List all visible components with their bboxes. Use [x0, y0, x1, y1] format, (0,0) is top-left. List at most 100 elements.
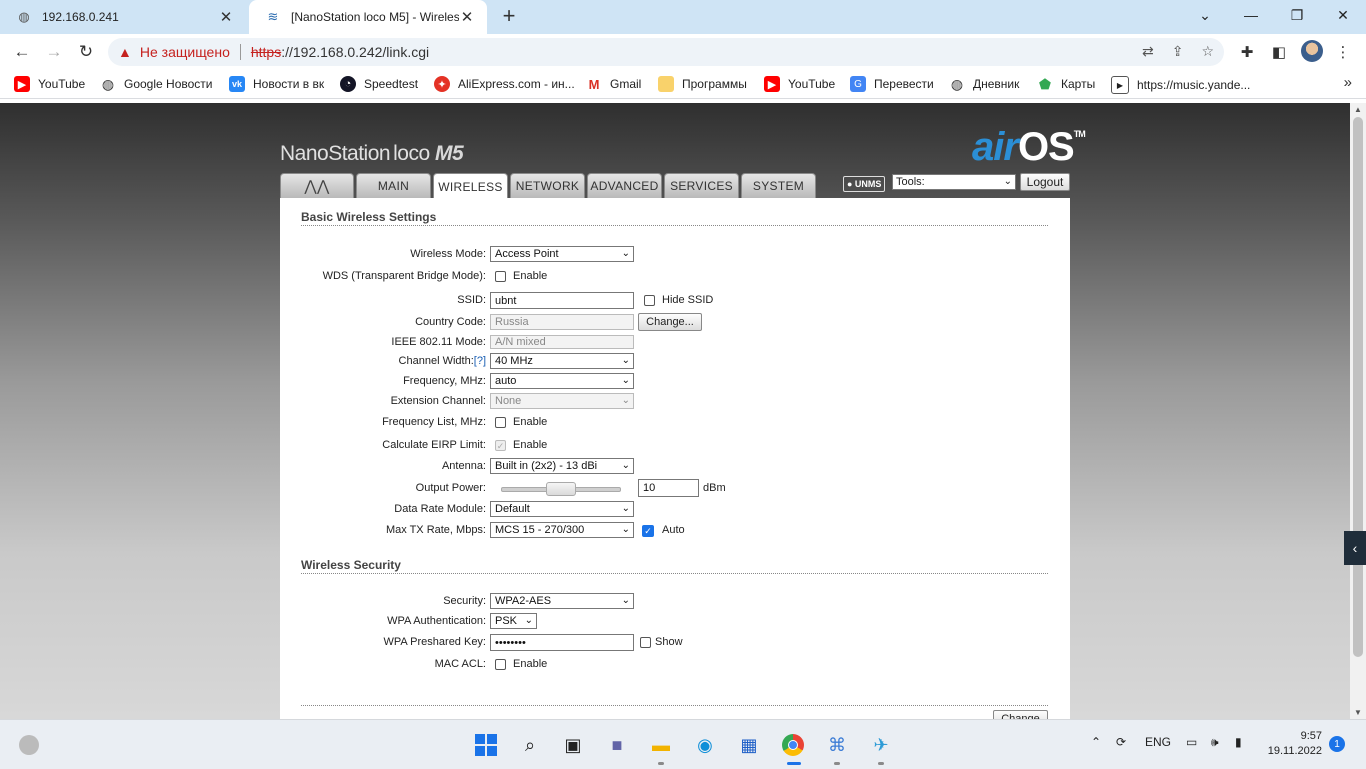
minimize-button[interactable]: —	[1228, 0, 1274, 30]
output-power-input[interactable]: 10	[638, 479, 699, 497]
bookmark-gmail[interactable]: M Gmail	[586, 76, 642, 92]
search-icon[interactable]: ⌕	[517, 732, 543, 758]
change-button[interactable]: Change	[993, 710, 1048, 719]
new-tab-button[interactable]: +	[498, 5, 520, 27]
file-explorer-icon[interactable]: ▬	[648, 732, 674, 758]
chat-icon[interactable]: ■	[604, 732, 630, 758]
antenna-select[interactable]: Built in (2x2) - 13 dBi ⌄	[490, 458, 634, 474]
tab-main[interactable]: MAIN	[356, 173, 431, 198]
profile-avatar[interactable]	[1301, 40, 1323, 62]
device-nav-tabs: ⋀⋀ MAIN WIRELESS NETWORK ADVANCED SERVIC…	[280, 173, 816, 199]
frequency-select[interactable]: auto ⌄	[490, 373, 634, 389]
bookmark-vk-news[interactable]: vk Новости в вк	[229, 76, 324, 92]
language-indicator[interactable]: ENG	[1145, 735, 1171, 749]
forward-arrow-icon[interactable]: →	[42, 40, 66, 64]
tab-search-chevron-icon[interactable]: ⌄	[1182, 0, 1228, 30]
tools-select[interactable]: Tools: ⌄	[892, 174, 1016, 190]
page-scrollbar[interactable]: ▲ ▼	[1350, 103, 1366, 719]
tab-system[interactable]: SYSTEM	[741, 173, 816, 198]
sync-icon[interactable]: ⟳	[1116, 735, 1126, 749]
bookmark-aliexpress[interactable]: ✦ AliExpress.com - ин...	[434, 76, 575, 92]
reload-icon[interactable]: ↻	[74, 40, 98, 64]
row-ieee-mode: IEEE 802.11 Mode: A/N mixed	[280, 335, 1070, 353]
scrollbar-thumb[interactable]	[1353, 117, 1363, 657]
bookmark-translate[interactable]: G Перевести	[850, 76, 934, 92]
app-icon[interactable]: ✈	[868, 732, 894, 758]
row-psk: WPA Preshared Key: •••••••• Show	[280, 634, 1070, 652]
tab-services[interactable]: SERVICES	[664, 173, 739, 198]
browser-tab-1[interactable]: ◍ 192.168.0.241 ✕	[0, 0, 246, 34]
max-tx-select[interactable]: MCS 15 - 270/300 ⌄	[490, 522, 634, 538]
volume-icon[interactable]: 🕪	[1211, 735, 1219, 750]
data-rate-select[interactable]: Default ⌄	[490, 501, 634, 517]
chevron-up-icon[interactable]: ⌃	[1091, 735, 1101, 749]
bookmark-maps[interactable]: ⬟ Карты	[1037, 76, 1095, 92]
chevron-down-icon: ⌄	[621, 503, 630, 514]
not-secure-label[interactable]: Не защищено	[140, 44, 230, 60]
address-bar[interactable]: ▲ Не защищено https ://192.168.0.242/lin…	[108, 38, 1224, 66]
bookmark-yandex-music[interactable]: ▶ https://music.yande...	[1111, 76, 1250, 94]
bookmark-youtube-2[interactable]: ▶ YouTube	[764, 76, 835, 92]
edge-browser-icon[interactable]: ◉	[692, 732, 718, 758]
label: Output Power:	[415, 482, 486, 494]
close-window-button[interactable]: ✕	[1320, 0, 1366, 30]
translate-icon[interactable]: ⇄	[1142, 43, 1154, 60]
help-link[interactable]: [?]	[474, 355, 486, 367]
show-key-checkbox[interactable]	[640, 637, 651, 648]
star-icon[interactable]: ☆	[1201, 43, 1214, 60]
wds-checkbox[interactable]	[495, 271, 506, 282]
side-panel-icon[interactable]: ◧	[1269, 42, 1289, 62]
tab-wireless[interactable]: WIRELESS	[433, 173, 508, 199]
bookmarks-more-icon[interactable]: »	[1344, 74, 1352, 91]
extensions-icon[interactable]: ✚	[1237, 42, 1257, 62]
restore-button[interactable]: ❐	[1274, 0, 1320, 30]
tab-strip: ◍ 192.168.0.241 ✕ ≋ [NanoStation loco M5…	[0, 0, 1366, 34]
network-app-icon[interactable]: ⌘	[824, 732, 850, 758]
row-max-tx: Max TX Rate, Mbps: MCS 15 - 270/300 ⌄ ✓ A…	[280, 522, 1070, 540]
bookmark-speedtest[interactable]: ◔ Speedtest	[340, 76, 418, 92]
security-select[interactable]: WPA2-AES ⌄	[490, 593, 634, 609]
chrome-icon[interactable]	[780, 732, 806, 758]
battery-icon[interactable]: ▮	[1235, 735, 1242, 749]
side-panel-toggle-chevron-left-icon[interactable]: ‹	[1344, 531, 1366, 565]
logout-button[interactable]: Logout	[1020, 173, 1070, 191]
menu-kebab-icon[interactable]: ⋮	[1333, 42, 1353, 62]
frequency-list-checkbox[interactable]	[495, 417, 506, 428]
taskbar-clock[interactable]: 9:57 19.11.2022	[1262, 729, 1322, 759]
output-power-slider-handle[interactable]	[546, 482, 576, 496]
tab-advanced[interactable]: ADVANCED	[587, 173, 662, 198]
bookmark-youtube[interactable]: ▶ YouTube	[14, 76, 85, 92]
wpa-auth-select[interactable]: PSK ⌄	[490, 613, 537, 629]
scroll-down-arrow-icon[interactable]: ▼	[1354, 708, 1362, 717]
bookmark-google-news[interactable]: ◍ Google Новости	[100, 75, 213, 92]
globe-icon: ◍	[101, 75, 115, 92]
mac-acl-checkbox[interactable]	[495, 659, 506, 670]
widgets-icon[interactable]	[16, 732, 42, 758]
store-icon[interactable]: ▦	[736, 732, 762, 758]
windows-start-icon[interactable]	[473, 732, 499, 758]
unms-badge[interactable]: ● UNMS	[843, 176, 886, 192]
label: WDS (Transparent Bridge Mode):	[322, 270, 486, 282]
notification-badge[interactable]: 1	[1329, 736, 1345, 752]
youtube-icon: ▶	[764, 76, 780, 92]
change-country-button[interactable]: Change...	[638, 313, 702, 331]
channel-width-select[interactable]: 40 MHz ⌄	[490, 353, 634, 369]
task-view-icon[interactable]: ▣	[560, 732, 586, 758]
back-arrow-icon[interactable]: ←	[10, 40, 34, 64]
wireless-mode-select[interactable]: Access Point ⌄	[490, 246, 634, 262]
warning-triangle-icon[interactable]: ▲	[118, 44, 132, 60]
psk-input[interactable]: ••••••••	[490, 634, 634, 651]
bookmark-diary[interactable]: ◍ Дневник	[949, 76, 1020, 92]
browser-tab-2[interactable]: ≋ [NanoStation loco M5] - Wireless ✕	[249, 0, 487, 34]
close-tab-icon[interactable]: ✕	[459, 8, 475, 26]
tab-ubiquiti-logo[interactable]: ⋀⋀	[280, 173, 354, 198]
hide-ssid-checkbox[interactable]	[644, 295, 655, 306]
tab-network[interactable]: NETWORK	[510, 173, 585, 198]
close-tab-icon[interactable]: ✕	[218, 8, 234, 26]
max-tx-auto-checkbox[interactable]: ✓	[642, 525, 654, 537]
bookmark-folder-programs[interactable]: Программы	[658, 76, 747, 92]
ssid-input[interactable]: ubnt	[490, 292, 634, 309]
share-icon[interactable]: ⇪	[1172, 43, 1184, 60]
network-icon[interactable]: ▭	[1186, 735, 1197, 749]
scroll-up-arrow-icon[interactable]: ▲	[1354, 105, 1362, 114]
